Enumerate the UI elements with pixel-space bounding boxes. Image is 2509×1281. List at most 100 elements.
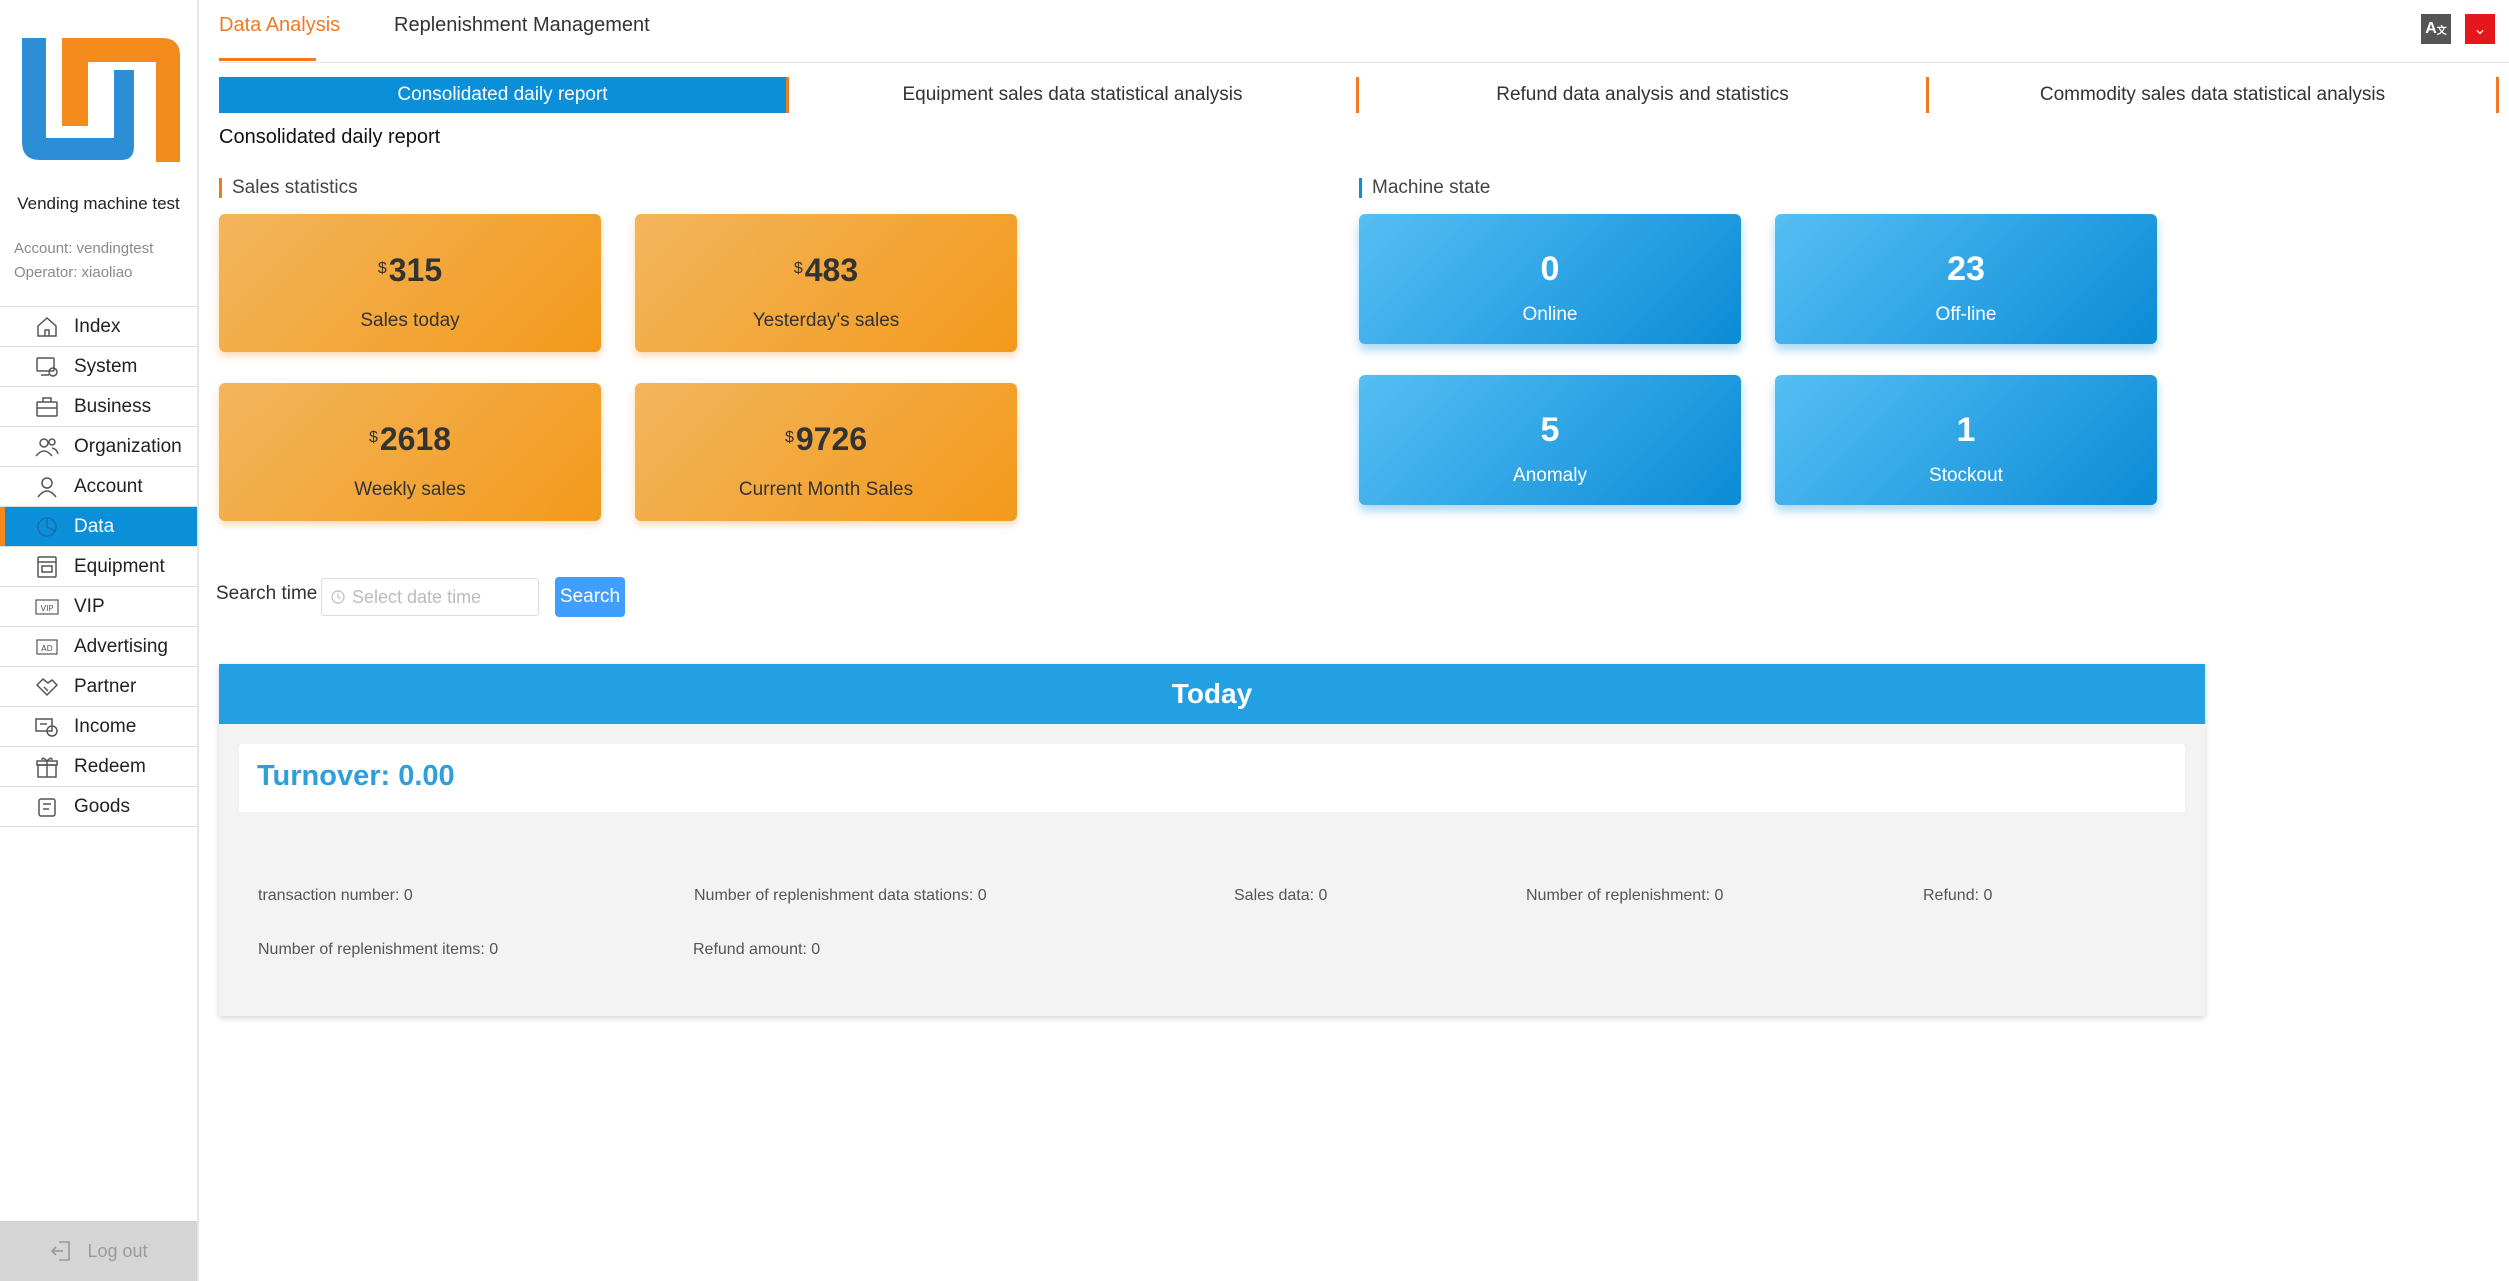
sales-statistics-heading: Sales statistics <box>219 178 358 198</box>
stat-transaction-number: transaction number: 0 <box>258 887 413 904</box>
tab-replenishment-management[interactable]: Replenishment Management <box>394 14 650 37</box>
logout-button[interactable]: Log out <box>0 1221 197 1281</box>
offline-card: 23 Off-line <box>1775 214 2157 344</box>
sidebar-item-index[interactable]: Index <box>0 307 197 347</box>
sidebar-item-account[interactable]: Account <box>0 467 197 507</box>
turnover-value: Turnover: 0.00 <box>257 760 455 792</box>
users-icon <box>33 435 61 459</box>
month-sales-value: 9726 <box>795 421 868 457</box>
sidebar-item-system[interactable]: System <box>0 347 197 387</box>
sales-today-card: $315 Sales today <box>219 214 601 352</box>
gift-icon <box>33 755 61 779</box>
stat-replenishment-items: Number of replenishment items: 0 <box>258 941 499 958</box>
stat-replenishment-data-stations: Number of replenishment data stations: 0 <box>694 887 987 904</box>
yesterday-sales-card: $483 Yesterday's sales <box>635 214 1017 352</box>
card-value: $315 <box>219 252 601 289</box>
sidebar-item-advertising[interactable]: AD Advertising <box>0 627 197 667</box>
briefcase-icon <box>33 395 61 419</box>
machine-icon <box>33 555 61 579</box>
clock-icon <box>331 590 345 604</box>
system-icon <box>33 355 61 379</box>
card-value: $9726 <box>635 421 1017 458</box>
sidebar-item-redeem[interactable]: Redeem <box>0 747 197 787</box>
tab-data-analysis[interactable]: Data Analysis <box>219 14 340 37</box>
sidebar-item-partner[interactable]: Partner <box>0 667 197 707</box>
stat-refund-amount: Refund amount: 0 <box>693 941 821 958</box>
weekly-sales-card: $2618 Weekly sales <box>219 383 601 521</box>
currency-symbol: $ <box>377 260 387 277</box>
stockout-count: 1 <box>1956 411 1976 449</box>
pie-chart-icon <box>33 515 61 539</box>
sales-today-value: 315 <box>388 252 443 288</box>
sidebar-item-label: Account <box>74 475 143 497</box>
date-time-input[interactable] <box>321 578 539 616</box>
sidebar-item-vip[interactable]: VIP VIP <box>0 587 197 627</box>
sidebar-menu: Index System Business Organization Accou… <box>0 306 197 827</box>
yesterday-sales-value: 483 <box>804 252 859 288</box>
language-icon[interactable]: A文 <box>2421 14 2451 44</box>
operator-info: Operator: xiaoliao <box>14 264 133 281</box>
sidebar-item-label: System <box>74 355 138 377</box>
card-label: Weekly sales <box>354 479 466 500</box>
card-value: $2618 <box>219 421 601 458</box>
sidebar: Vending machine test Account: vendingtes… <box>0 0 199 1281</box>
currency-symbol: $ <box>368 429 378 446</box>
report-subtabs: Consolidated daily report Equipment sale… <box>219 77 2509 113</box>
sidebar-item-income[interactable]: Income <box>0 707 197 747</box>
sidebar-item-business[interactable]: Business <box>0 387 197 427</box>
account-info: Account: vendingtest <box>14 240 154 257</box>
online-card: 0 Online <box>1359 214 1741 344</box>
sidebar-item-label: Goods <box>74 795 130 817</box>
sidebar-item-label: Organization <box>74 435 182 457</box>
card-value: $483 <box>635 252 1017 289</box>
stat-replenishment-count: Number of replenishment: 0 <box>1526 887 1724 904</box>
page-title: Consolidated daily report <box>219 126 441 148</box>
chevron-down-icon[interactable]: ⌄ <box>2465 14 2495 44</box>
ad-icon: AD <box>33 635 61 659</box>
handshake-icon <box>33 675 61 699</box>
online-count: 0 <box>1540 250 1560 288</box>
sidebar-item-label: Index <box>74 315 121 337</box>
sidebar-item-label: Income <box>74 715 137 737</box>
machine-state-heading: Machine state <box>1359 178 1490 198</box>
brand-name: Vending machine test <box>17 194 180 213</box>
subtab-consolidated-daily-report[interactable]: Consolidated daily report <box>219 77 789 113</box>
income-icon <box>33 715 61 739</box>
sidebar-item-equipment[interactable]: Equipment <box>0 547 197 587</box>
sidebar-item-goods[interactable]: Goods <box>0 787 197 827</box>
today-panel: Today Turnover: 0.00 transaction number:… <box>219 664 2205 1016</box>
brand-logo <box>22 38 180 162</box>
logout-icon <box>51 1241 71 1261</box>
sidebar-item-organization[interactable]: Organization <box>0 427 197 467</box>
stockout-card: 1 Stockout <box>1775 375 2157 505</box>
subtab-commodity-sales[interactable]: Commodity sales data statistical analysi… <box>1929 77 2499 113</box>
card-label: Yesterday's sales <box>752 310 900 331</box>
logout-label: Log out <box>87 1240 148 1261</box>
anomaly-count: 5 <box>1540 411 1560 449</box>
user-icon <box>33 475 61 499</box>
turnover-box: Turnover: 0.00 <box>239 744 2185 812</box>
currency-symbol: $ <box>793 260 803 277</box>
subtab-refund-data[interactable]: Refund data analysis and statistics <box>1359 77 1929 113</box>
top-nav: Data Analysis Replenishment Management A… <box>219 0 2509 63</box>
offline-count: 23 <box>1947 250 1985 288</box>
sidebar-item-data[interactable]: Data <box>0 507 197 547</box>
card-label: Anomaly <box>1513 465 1587 486</box>
search-time-label: Search time <box>216 583 318 604</box>
card-label: Online <box>1522 304 1578 325</box>
today-title: Today <box>219 664 2205 724</box>
active-tab-indicator <box>219 58 316 61</box>
sidebar-item-label: Redeem <box>74 755 146 777</box>
subtab-equipment-sales[interactable]: Equipment sales data statistical analysi… <box>789 77 1359 113</box>
weekly-sales-value: 2618 <box>379 421 452 457</box>
sidebar-item-label: Equipment <box>74 555 165 577</box>
sidebar-item-label: Business <box>74 395 152 417</box>
home-icon <box>33 315 61 339</box>
card-label: Sales today <box>360 310 460 331</box>
svg-text:AD: AD <box>41 644 53 653</box>
svg-text:VIP: VIP <box>41 604 54 613</box>
search-button[interactable]: Search <box>555 577 625 617</box>
card-label: Off-line <box>1935 304 1997 325</box>
vip-icon: VIP <box>33 595 61 619</box>
month-sales-card: $9726 Current Month Sales <box>635 383 1017 521</box>
